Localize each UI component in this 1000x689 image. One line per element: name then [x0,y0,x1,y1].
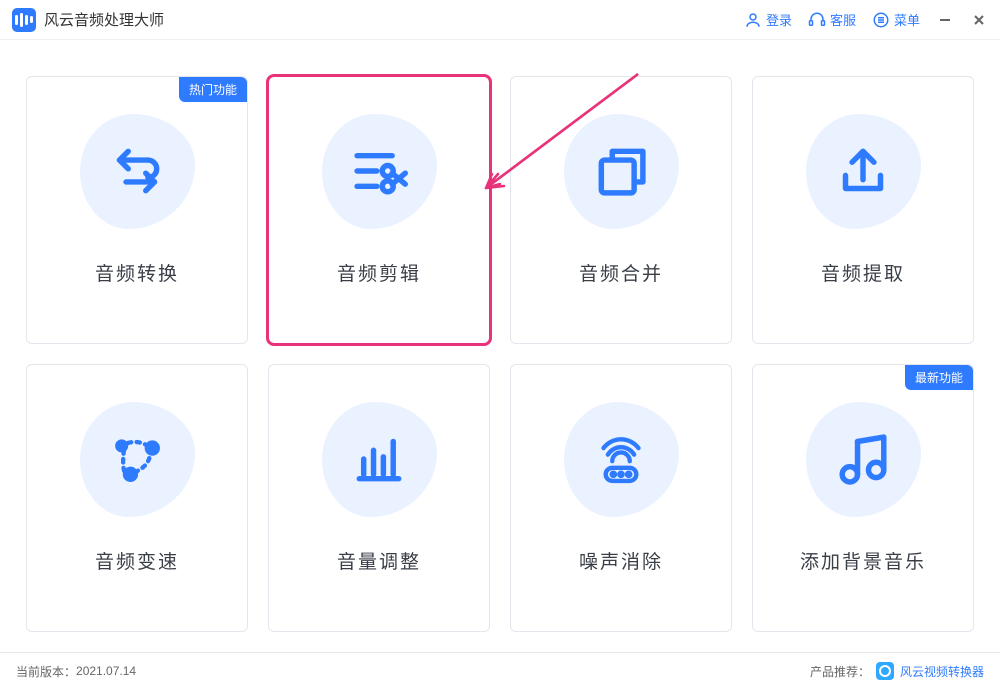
close-button[interactable] [970,11,988,29]
card-label: 音频提取 [821,259,905,286]
card-audio-merge[interactable]: 音频合并 [510,76,732,344]
user-icon [744,11,762,29]
headset-icon [808,11,826,29]
cut-icon [319,111,439,231]
card-label: 音频变速 [95,547,179,574]
menu-label: 菜单 [894,10,920,29]
titlebar: 风云音频处理大师 登录 客服 菜单 [0,0,1000,40]
card-bgm[interactable]: 最新功能 添加背景音乐 [752,364,974,632]
card-audio-speed[interactable]: 音频变速 [26,364,248,632]
new-badge: 最新功能 [905,365,973,390]
card-label: 音频合并 [579,259,663,286]
card-audio-extract[interactable]: 音频提取 [752,76,974,344]
card-volume-adjust[interactable]: 音量调整 [268,364,490,632]
card-label: 添加背景音乐 [800,547,926,574]
promo-product[interactable]: 风云视频转换器 [900,663,984,680]
extract-icon [803,111,923,231]
feature-grid: 热门功能 音频转换 音频 [0,40,1000,652]
speed-icon [77,399,197,519]
minimize-button[interactable] [936,11,954,29]
merge-icon [561,111,681,231]
login-label: 登录 [766,10,792,29]
promo-logo-icon [876,662,894,680]
app-logo-icon [12,8,36,32]
volume-icon [319,399,439,519]
app-title: 风云音频处理大师 [44,9,164,30]
footer: 当前版本： 2021.07.14 产品推荐： 风云视频转换器 [0,652,1000,689]
card-audio-convert[interactable]: 热门功能 音频转换 [26,76,248,344]
hot-badge: 热门功能 [179,77,247,102]
denoise-icon [561,399,681,519]
card-label: 音频转换 [95,259,179,286]
minimize-icon [938,13,952,27]
menu-button[interactable]: 菜单 [872,10,920,29]
card-label: 噪声消除 [579,547,663,574]
version-label: 当前版本： [16,663,76,680]
card-label: 音量调整 [337,547,421,574]
login-button[interactable]: 登录 [744,10,792,29]
promo-label: 产品推荐： [810,663,870,680]
card-audio-cut[interactable]: 音频剪辑 [268,76,490,344]
convert-icon [77,111,197,231]
version-value: 2021.07.14 [76,664,136,678]
card-denoise[interactable]: 噪声消除 [510,364,732,632]
support-button[interactable]: 客服 [808,10,856,29]
card-label: 音频剪辑 [337,259,421,286]
close-icon [972,13,986,27]
music-icon [803,399,923,519]
menu-icon [872,11,890,29]
support-label: 客服 [830,10,856,29]
